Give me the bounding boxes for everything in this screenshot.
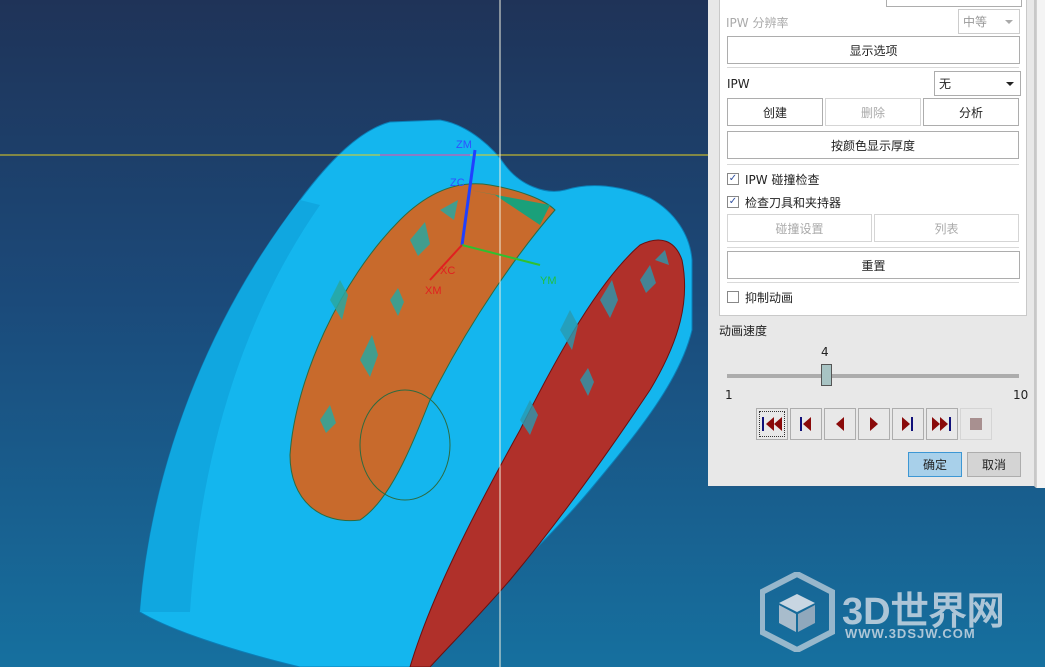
watermark-url: WWW.3DSJW.COM (845, 626, 976, 641)
axis-label-xc: XC (440, 265, 455, 277)
ipw-dropdown[interactable]: 无 (934, 71, 1021, 96)
axis-label-ym: YM (540, 275, 557, 287)
ipw-collision-check-label: IPW 碰撞检查 (745, 173, 820, 187)
step-to-start-button[interactable] (790, 408, 822, 440)
fast-forward-to-end-button[interactable] (926, 408, 958, 440)
speed-slider-thumb[interactable] (821, 364, 832, 386)
check-tool-holder-label: 检查刀具和夹持器 (745, 196, 842, 210)
step-to-end-button[interactable] (892, 408, 924, 440)
axis-label-zm: ZM (456, 139, 472, 151)
ipw-collision-check-checkbox[interactable]: ✓ (727, 173, 739, 185)
rewind-to-start-button[interactable] (756, 408, 788, 440)
check-tool-holder-checkbox[interactable]: ✓ (727, 196, 739, 208)
watermark-cube-logo (760, 572, 835, 652)
create-button[interactable]: 创建 (727, 98, 823, 126)
play-reverse-icon (836, 417, 844, 431)
analyze-button[interactable]: 分析 (923, 98, 1019, 126)
speed-min-label: 1 (725, 388, 733, 402)
step-back-button[interactable] (824, 408, 856, 440)
side-strip (1036, 0, 1045, 488)
ipw-label: IPW (727, 77, 750, 91)
collision-settings-button[interactable]: 碰撞设置 (727, 214, 872, 242)
speed-max-label: 10 (1013, 388, 1029, 402)
ipw-resolution-value: 中等 (963, 15, 988, 29)
list-button[interactable]: 列表 (874, 214, 1019, 242)
play-icon (870, 417, 878, 431)
skip-back-icon (800, 417, 811, 431)
axis-label-xm: XM (425, 285, 442, 297)
axis-label-zc: ZC (450, 177, 465, 189)
skip-forward-icon (902, 417, 913, 431)
step-forward-button[interactable] (858, 408, 890, 440)
suppress-animation-checkbox[interactable] (727, 291, 739, 303)
chevron-down-icon (1005, 20, 1013, 24)
display-options-button[interactable]: 显示选项 (727, 36, 1020, 64)
reset-button[interactable]: 重置 (727, 251, 1020, 279)
chevron-down-icon (1006, 82, 1014, 86)
rewind-start-icon (762, 417, 782, 431)
animation-speed-label: 动画速度 (719, 324, 768, 338)
speed-value: 4 (821, 345, 829, 359)
ipw-group: IPW 分辨率 中等 显示选项 IPW 无 创建 删除 分析 按颜色显示厚度 ✓… (719, 0, 1027, 316)
ipw-value: 无 (939, 77, 952, 91)
stop-button[interactable] (960, 408, 992, 440)
ipw-resolution-dropdown[interactable]: 中等 (958, 9, 1020, 34)
cancel-button[interactable]: 取消 (967, 452, 1021, 477)
top-field[interactable] (886, 0, 1022, 7)
ipw-resolution-label: IPW 分辨率 (726, 16, 789, 30)
ipw-dialog-panel: IPW 分辨率 中等 显示选项 IPW 无 创建 删除 分析 按颜色显示厚度 ✓… (708, 0, 1036, 488)
stop-icon (970, 418, 982, 430)
show-thickness-by-color-button[interactable]: 按颜色显示厚度 (727, 131, 1019, 159)
fast-forward-end-icon (932, 417, 951, 431)
delete-button[interactable]: 删除 (825, 98, 921, 126)
speed-slider-track[interactable] (727, 374, 1019, 378)
suppress-animation-label: 抑制动画 (745, 291, 794, 305)
ok-button[interactable]: 确定 (908, 452, 962, 477)
